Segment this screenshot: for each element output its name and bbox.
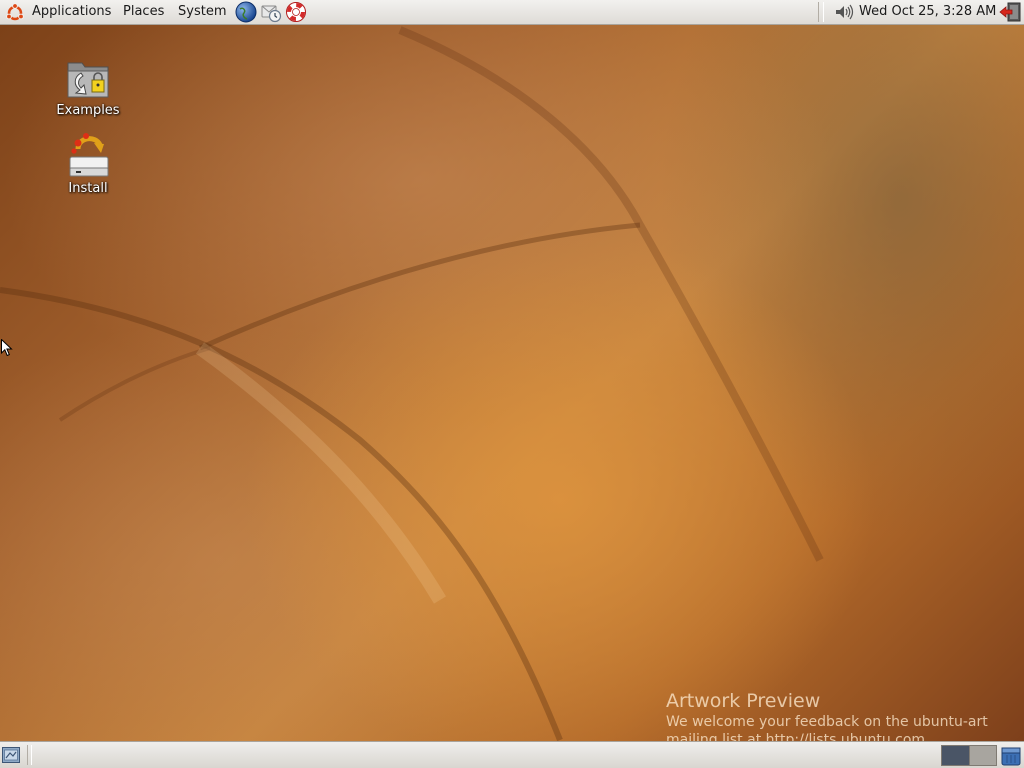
desktop-icon-label: Install [68,181,108,196]
watermark-line: We welcome your feedback on the ubuntu-a… [666,714,988,730]
applications-menu[interactable]: Applications [28,0,115,24]
trash-icon[interactable] [999,745,1023,767]
panel-separator [818,2,824,22]
desktop-icon-examples[interactable]: Examples [48,53,128,118]
volume-icon[interactable] [833,1,855,23]
mouse-cursor-icon [1,339,13,357]
examples-folder-icon [62,53,114,105]
logout-icon[interactable] [999,1,1021,23]
places-menu[interactable]: Places [119,0,168,24]
desktop-screen: Applications Places System Wed Oct 25, 3… [0,0,1024,768]
workspace-2[interactable] [968,746,996,765]
help-icon[interactable] [285,1,307,23]
email-client-icon[interactable] [260,1,282,23]
web-browser-icon[interactable] [235,1,257,23]
install-icon [62,131,114,183]
watermark-title: Artwork Preview [666,690,821,712]
artwork-preview-watermark: Artwork Preview We welcome your feedback… [666,689,1024,741]
workspace-switcher[interactable] [941,745,997,766]
show-desktop-icon[interactable] [1,745,21,765]
desktop-icon-label: Examples [56,103,120,118]
clock[interactable]: Wed Oct 25, 3:28 AM [859,0,996,24]
workspace-1[interactable] [942,746,969,765]
ubuntu-logo-icon[interactable] [4,1,26,23]
watermark-line: mailing list at http://lists.ubuntu.com [666,732,926,741]
top-panel: Applications Places System Wed Oct 25, 3… [0,0,1024,25]
wallpaper-curves [0,26,824,742]
bottom-panel [0,741,1024,768]
panel-separator [27,745,32,765]
desktop-icon-install[interactable]: Install [48,131,128,196]
system-menu[interactable]: System [174,0,230,24]
desktop-wallpaper[interactable] [0,0,1024,768]
